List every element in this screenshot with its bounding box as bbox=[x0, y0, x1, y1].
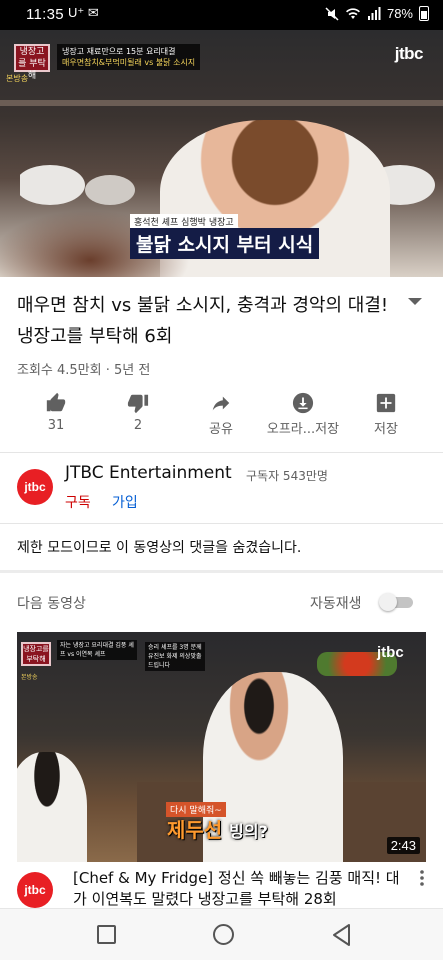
dislike-count: 2 bbox=[133, 418, 143, 433]
download-icon bbox=[258, 384, 348, 418]
next-channel-avatar[interactable]: jtbc bbox=[17, 872, 53, 908]
subtitle-main: 불닭 소시지 부터 시식 bbox=[130, 228, 320, 259]
save-label: 저장 bbox=[374, 422, 398, 437]
mute-icon bbox=[325, 6, 339, 21]
offline-save-label: 오프라...저장 bbox=[266, 422, 340, 437]
thumb-guest bbox=[17, 752, 87, 862]
channel-logo: jtbc bbox=[394, 44, 424, 63]
back-button[interactable] bbox=[330, 923, 354, 947]
comments-hidden-notice: 제한 모드이므로 이 동영상의 댓글을 숨겼습니다. bbox=[17, 540, 302, 556]
next-video-thumbnail[interactable]: 냉장고를 부탁해 자는 냉장고 요리대결 김풍 셰프 vs 이연복 셰프 승리 … bbox=[17, 632, 426, 862]
share-icon bbox=[176, 384, 266, 418]
action-row: 31 2 공유 오프라...저장 저장 bbox=[0, 384, 443, 446]
duration-badge: 2:43 bbox=[386, 837, 420, 854]
home-button[interactable] bbox=[212, 923, 236, 947]
top-caption: 냉장고 재료만으로 15분 요리대결 매우면참치&부먹미될래 vs 불닭 소시지 bbox=[57, 44, 201, 70]
save-button[interactable]: 저장 bbox=[341, 384, 431, 446]
top-caption-main: 냉장고 재료만으로 15분 요리대결 bbox=[62, 47, 176, 56]
subscriber-count: 구독자 543만명 bbox=[246, 469, 328, 483]
battery-level: 78% bbox=[386, 6, 413, 21]
subtitle-main-text: 불닭 소시지 bbox=[136, 234, 231, 256]
up-next-label: 다음 동영상 bbox=[17, 596, 86, 612]
thumb-caption-b: 승리 셰프를 3명 분께 유진보 화제 의상맞출 드립니다 bbox=[145, 642, 205, 671]
square-icon bbox=[97, 925, 116, 944]
thumb-subtitle-text: 제두선 bbox=[167, 818, 223, 842]
thumb-channel-logo: jtbc bbox=[377, 644, 404, 661]
dislike-button[interactable]: 2 bbox=[93, 384, 183, 446]
status-time: 11:35 bbox=[26, 6, 64, 23]
join-button[interactable]: 가입 bbox=[112, 492, 138, 512]
thumb-show-badge: 냉장고를 부탁해 bbox=[21, 642, 51, 666]
more-vert-icon[interactable] bbox=[420, 870, 424, 890]
channel-name[interactable]: JTBC Entertainment bbox=[65, 463, 232, 483]
status-right: 78% bbox=[325, 6, 429, 21]
share-button[interactable]: 공유 bbox=[176, 384, 266, 446]
divider bbox=[0, 523, 443, 524]
video-meta: 조회수 4.5만회 · 5년 전 bbox=[17, 363, 151, 378]
mail-icon: ✉ bbox=[87, 5, 99, 20]
divider bbox=[0, 452, 443, 453]
thumb-down-icon bbox=[93, 384, 183, 418]
share-label: 공유 bbox=[209, 422, 233, 437]
thumb-subtitle-tail: 빙의? bbox=[229, 822, 268, 841]
chevron-down-icon[interactable] bbox=[407, 296, 423, 311]
scene-shelf bbox=[0, 100, 443, 106]
back-triangle-icon bbox=[333, 924, 350, 946]
like-button[interactable]: 31 bbox=[11, 384, 101, 446]
thumb-subtitle: 제두선 빙의? bbox=[167, 814, 268, 843]
show-badge: 냉장고를 부탁해 bbox=[14, 44, 50, 81]
circle-icon bbox=[213, 924, 234, 945]
recent-apps-button[interactable] bbox=[95, 923, 119, 947]
carrier-label: U⁺ bbox=[68, 5, 85, 20]
like-count: 31 bbox=[47, 418, 65, 433]
next-video-title[interactable]: [Chef & My Fridge] 정신 쏙 빼놓는 김풍 매직! 대가 이연… bbox=[73, 868, 408, 910]
subtitle-accent-text: 부터 시식 bbox=[236, 234, 314, 256]
battery-icon bbox=[419, 6, 429, 21]
thumb-broadcast-label: 본방송 bbox=[21, 674, 38, 681]
autoplay-toggle[interactable] bbox=[379, 593, 413, 611]
broadcast-label: 본방송 bbox=[6, 74, 29, 83]
subtitle-tag: 홍석천 셰프 심행박 냉장고 bbox=[130, 214, 238, 229]
video-title[interactable]: 매우면 참치 vs 불닭 소시지, 충격과 경악의 대결! 냉장고를 부탁해 6… bbox=[17, 290, 392, 352]
thumb-up-icon bbox=[11, 384, 101, 418]
top-caption-sub: 매우면참치&부먹미될래 vs 불닭 소시지 bbox=[62, 58, 196, 67]
signal-icon bbox=[367, 7, 381, 20]
video-player[interactable]: 냉장고를 부탁해 냉장고 재료만으로 15분 요리대결 매우면참치&부먹미될래 … bbox=[0, 30, 443, 277]
offline-save-button[interactable]: 오프라...저장 bbox=[258, 384, 348, 446]
autoplay-knob bbox=[379, 593, 397, 611]
autoplay-label: 자동재생 bbox=[310, 596, 362, 612]
system-nav-bar bbox=[0, 908, 443, 960]
status-bar: 11:35 U⁺ ✉ 78% bbox=[0, 0, 443, 30]
status-carrier: U⁺ ✉ bbox=[68, 5, 99, 21]
section-divider bbox=[0, 570, 443, 573]
subscribe-button[interactable]: 구독 bbox=[65, 492, 91, 512]
add-to-playlist-icon bbox=[341, 384, 431, 418]
channel-avatar[interactable]: jtbc bbox=[17, 469, 53, 505]
wifi-icon bbox=[345, 8, 360, 19]
thumb-caption-a: 자는 냉장고 요리대결 김풍 셰프 vs 이연복 셰프 bbox=[57, 640, 137, 660]
